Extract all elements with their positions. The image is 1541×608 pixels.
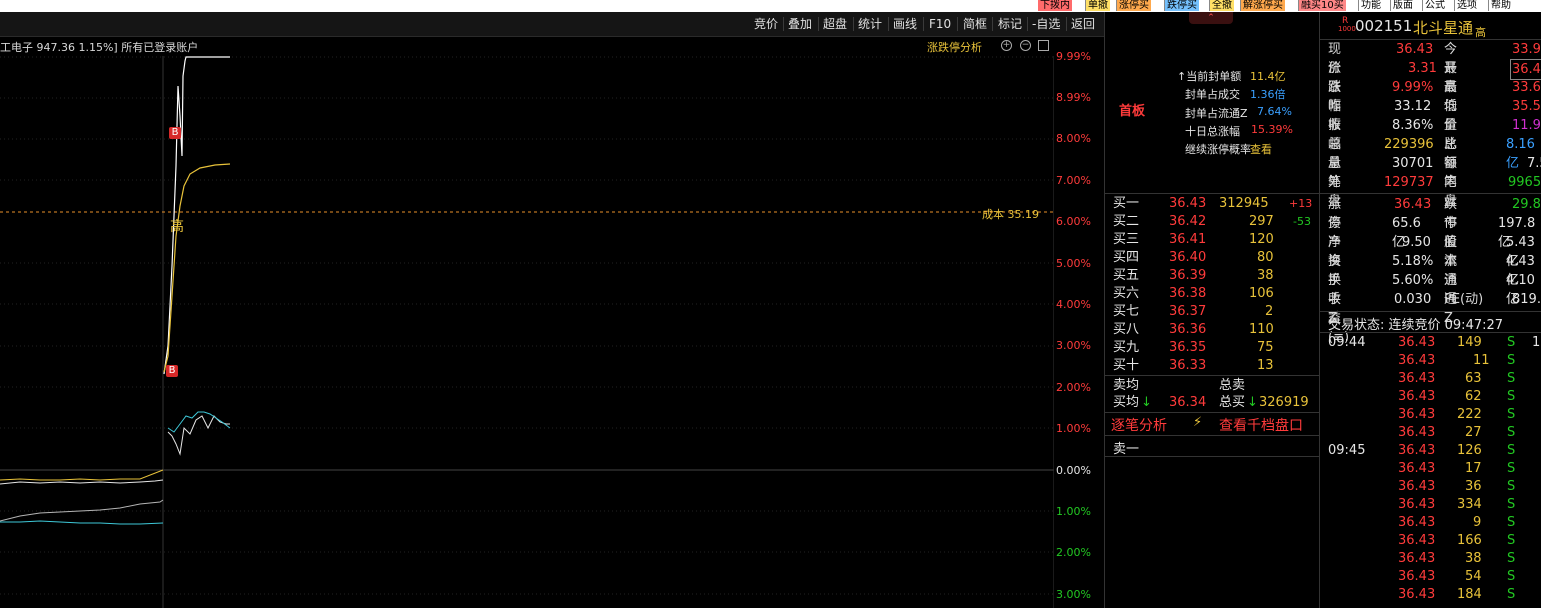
seal-float-label: 封单占流通Z	[1185, 107, 1248, 120]
chart-header: 工电子 947.36 1.15%] 所有已登录账户 涨跌停分析 + −	[0, 37, 1054, 56]
seal-amount-label: ↑当前封单额	[1177, 70, 1242, 83]
strip-btn-0[interactable]: 下拨内	[1038, 0, 1072, 11]
chart-header-info: 工电子 947.36 1.15%] 所有已登录账户	[0, 41, 199, 54]
high-marker: 高	[170, 219, 184, 235]
menu-function[interactable]: 功能	[1358, 0, 1383, 11]
axis-label: 8.00%	[1056, 132, 1091, 145]
stock-code: 002151	[1355, 17, 1413, 35]
limit-analysis-link[interactable]: 涨跌停分析	[927, 39, 982, 55]
toolbar-f10-button[interactable]: F10	[929, 16, 951, 32]
board-label: 首板	[1119, 104, 1146, 119]
top-strip: 下拨内 单撤 涨停买 跌停买 全撤 解涨停买 融买10买 功能 版面 公式 选项…	[0, 0, 1541, 12]
menu-layout[interactable]: 版面	[1390, 0, 1415, 11]
stock-name: 北斗星通	[1413, 19, 1474, 37]
menu-help[interactable]: 帮助	[1488, 0, 1513, 11]
axis-label: 9.99%	[1056, 50, 1091, 63]
axis-label: 1.00%	[1056, 505, 1091, 518]
orderbook-row[interactable]: 买八 36.36 110	[1113, 321, 1318, 339]
orderbook-row[interactable]: 买七 36.37 2	[1113, 303, 1318, 321]
toolbar-watchlist-button[interactable]: -自选	[1032, 16, 1060, 32]
toolbar-mark-button[interactable]: 标记	[998, 16, 1022, 32]
toolbar-superdisk-button[interactable]: 超盘	[823, 16, 847, 32]
stock-prefix-sub: 1000	[1338, 25, 1356, 33]
orderbook-row[interactable]: 买十 36.33 13	[1113, 357, 1318, 375]
lightning-icon: ⚡	[1193, 415, 1203, 430]
axis-label: 2.00%	[1056, 381, 1091, 394]
collapse-up-icon[interactable]: ⌃	[1189, 12, 1233, 24]
strip-btn-6[interactable]: 融买10买	[1298, 0, 1346, 11]
orderbook-footer-buy: 买均 ↓ 36.34 总买 ↓ 326919	[1113, 395, 1309, 410]
axis-label: 8.99%	[1056, 91, 1091, 104]
toolbar-draw-button[interactable]: 画线	[893, 16, 917, 32]
toolbar-overlay-button[interactable]: 叠加	[788, 16, 812, 32]
sell-one-label: 卖一	[1113, 442, 1140, 457]
window-icon[interactable]	[1038, 40, 1049, 51]
seal-float-value: 7.64%	[1257, 105, 1292, 118]
toolbar-back-button[interactable]: 返回	[1071, 16, 1095, 32]
axis-label: 3.00%	[1056, 588, 1091, 601]
strip-btn-3[interactable]: 跌停买	[1164, 0, 1199, 11]
orderbook-row[interactable]: 买五 36.39 38	[1113, 267, 1318, 285]
intraday-chart-svg	[0, 56, 1054, 608]
continue-limit-label: 继续涨停概率	[1185, 143, 1251, 156]
seal-orderbook-panel: ⌃ 首板 ↑当前封单额 11.4亿 封单占成交 1.36倍 封单占流通Z 7.6…	[1105, 12, 1319, 608]
view-levels-link[interactable]: 查看千档盘口	[1219, 415, 1303, 435]
toolbar-simple-button[interactable]: 简框	[963, 16, 987, 32]
buy-marker-top[interactable]: B	[169, 127, 181, 139]
orderbook-row[interactable]: 买四 36.40 80	[1113, 249, 1318, 267]
toolbar-auction-button[interactable]: 竞价	[754, 16, 778, 32]
toolbar-stats-button[interactable]: 统计	[858, 16, 882, 32]
buy-marker-bottom[interactable]: B	[166, 365, 178, 377]
axis-label: 5.00%	[1056, 257, 1091, 270]
axis-label: 6.00%	[1056, 215, 1091, 228]
intraday-chart: 成本 35.19 高 B B	[0, 56, 1054, 608]
trade-status: 交易状态: 连续竞价 09:47:27	[1328, 318, 1504, 333]
seal-ratio-value: 1.36倍	[1250, 88, 1286, 101]
menu-options[interactable]: 选项	[1454, 0, 1479, 11]
seal-amount-value: 11.4亿	[1250, 70, 1286, 83]
tick-analysis-link[interactable]: 逐笔分析	[1111, 415, 1167, 435]
orderbook-row[interactable]: 买九 36.35 75	[1113, 339, 1318, 357]
cost-label: 成本 35.19	[982, 208, 1039, 221]
axis-label: 4.00%	[1056, 298, 1091, 311]
orderbook-row[interactable]: 买一 36.43 312945 +13	[1113, 195, 1318, 213]
orderbook-row[interactable]: 买六 36.38 106	[1113, 285, 1318, 303]
chart-toolbar: 竞价 叠加 超盘 统计 画线 F10 简框 标记 -自选 返回	[0, 12, 1104, 37]
axis-label: 0.00%	[1056, 464, 1091, 477]
strip-btn-5[interactable]: 解涨停买	[1240, 0, 1285, 11]
add-icon[interactable]: +	[1001, 40, 1012, 51]
orderbook-footer-sell: 卖均 总卖	[1113, 378, 1246, 393]
ten-day-value: 15.39%	[1251, 123, 1293, 136]
axis-label: 1.00%	[1056, 422, 1091, 435]
strip-btn-1[interactable]: 单撤	[1085, 0, 1110, 11]
ten-day-label: 十日总涨幅	[1185, 125, 1240, 138]
axis-label: 3.00%	[1056, 339, 1091, 352]
orderbook-row[interactable]: 买二 36.42 297 -53	[1113, 213, 1318, 231]
stock-tag: 高	[1475, 26, 1486, 39]
seal-ratio-label: 封单占成交	[1185, 88, 1240, 101]
axis-label: 2.00%	[1056, 546, 1091, 559]
strip-btn-4[interactable]: 全撤	[1209, 0, 1234, 11]
continue-limit-link[interactable]: 查看	[1250, 141, 1272, 157]
orderbook-row[interactable]: 买三 36.41 120	[1113, 231, 1318, 249]
menu-formula[interactable]: 公式	[1422, 0, 1447, 11]
strip-btn-2[interactable]: 涨停买	[1116, 0, 1151, 11]
axis-label: 7.00%	[1056, 174, 1091, 187]
remove-icon[interactable]: −	[1020, 40, 1031, 51]
